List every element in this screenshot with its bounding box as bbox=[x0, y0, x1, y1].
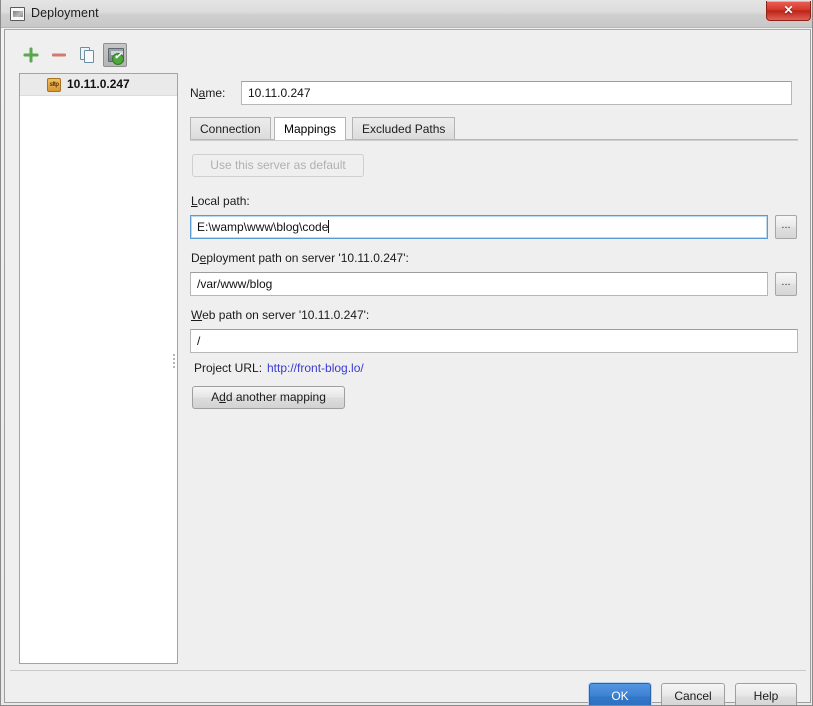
tab-connection[interactable]: Connection bbox=[190, 117, 271, 139]
name-label: Name: bbox=[190, 86, 226, 100]
server-check-icon bbox=[108, 48, 124, 65]
deployment-dialog-window: Deployment ✕ ✔ sftp 10.11.0.247 Name: 10… bbox=[0, 0, 813, 706]
footer-separator bbox=[10, 670, 806, 671]
list-item[interactable]: sftp 10.11.0.247 bbox=[20, 74, 177, 96]
local-path-label: Local path: bbox=[191, 194, 250, 208]
ok-button[interactable]: OK bbox=[589, 683, 651, 705]
set-default-button[interactable] bbox=[103, 43, 127, 67]
deployment-path-input[interactable]: /var/www/blog bbox=[190, 272, 768, 296]
local-path-input[interactable]: E:\wamp\www\blog\code bbox=[190, 215, 768, 239]
plus-icon bbox=[23, 47, 39, 63]
use-this-server-as-default-button[interactable]: Use this server as default bbox=[192, 154, 364, 177]
tab-mappings[interactable]: Mappings bbox=[274, 117, 347, 140]
tab-excluded-paths[interactable]: Excluded Paths bbox=[352, 117, 456, 139]
close-icon: ✕ bbox=[783, 3, 794, 17]
local-path-value: E:\wamp\www\blog\code bbox=[197, 220, 329, 234]
deployment-path-label: Deployment path on server '10.11.0.247': bbox=[191, 251, 409, 265]
copy-server-button[interactable] bbox=[75, 43, 99, 67]
title-bar: Deployment ✕ bbox=[1, 0, 812, 28]
cancel-button[interactable]: Cancel bbox=[661, 683, 725, 705]
browse-local-path-button[interactable]: ... bbox=[775, 215, 797, 239]
panel-splitter[interactable] bbox=[171, 352, 176, 374]
server-list[interactable]: sftp 10.11.0.247 bbox=[19, 73, 178, 664]
web-path-input[interactable]: / bbox=[190, 329, 798, 353]
text-caret bbox=[328, 220, 330, 233]
server-name-label: 10.11.0.247 bbox=[67, 77, 130, 91]
web-path-label: Web path on server '10.11.0.247': bbox=[191, 308, 370, 322]
remove-server-button[interactable] bbox=[47, 43, 71, 67]
dialog-content: sftp 10.11.0.247 Name: 10.11.0.247 Conne… bbox=[4, 29, 811, 705]
add-server-button[interactable] bbox=[19, 43, 43, 67]
name-input[interactable]: 10.11.0.247 bbox=[241, 81, 792, 105]
copy-icon bbox=[80, 47, 95, 63]
sftp-icon: sftp bbox=[47, 78, 61, 92]
add-another-mapping-button[interactable]: Add another mapping bbox=[192, 386, 345, 409]
window-image-icon bbox=[10, 7, 25, 21]
project-url-link[interactable]: http://front-blog.lo/ bbox=[267, 361, 364, 375]
server-list-toolbar bbox=[19, 43, 177, 69]
window-title: Deployment bbox=[31, 6, 99, 20]
project-url-label: Project URL: bbox=[194, 361, 263, 375]
minus-icon bbox=[52, 53, 66, 57]
browse-deployment-path-button[interactable]: ... bbox=[775, 272, 797, 296]
close-button[interactable]: ✕ bbox=[766, 1, 811, 21]
help-button[interactable]: Help bbox=[735, 683, 797, 705]
settings-tabs: Connection Mappings Excluded Paths bbox=[190, 117, 798, 140]
